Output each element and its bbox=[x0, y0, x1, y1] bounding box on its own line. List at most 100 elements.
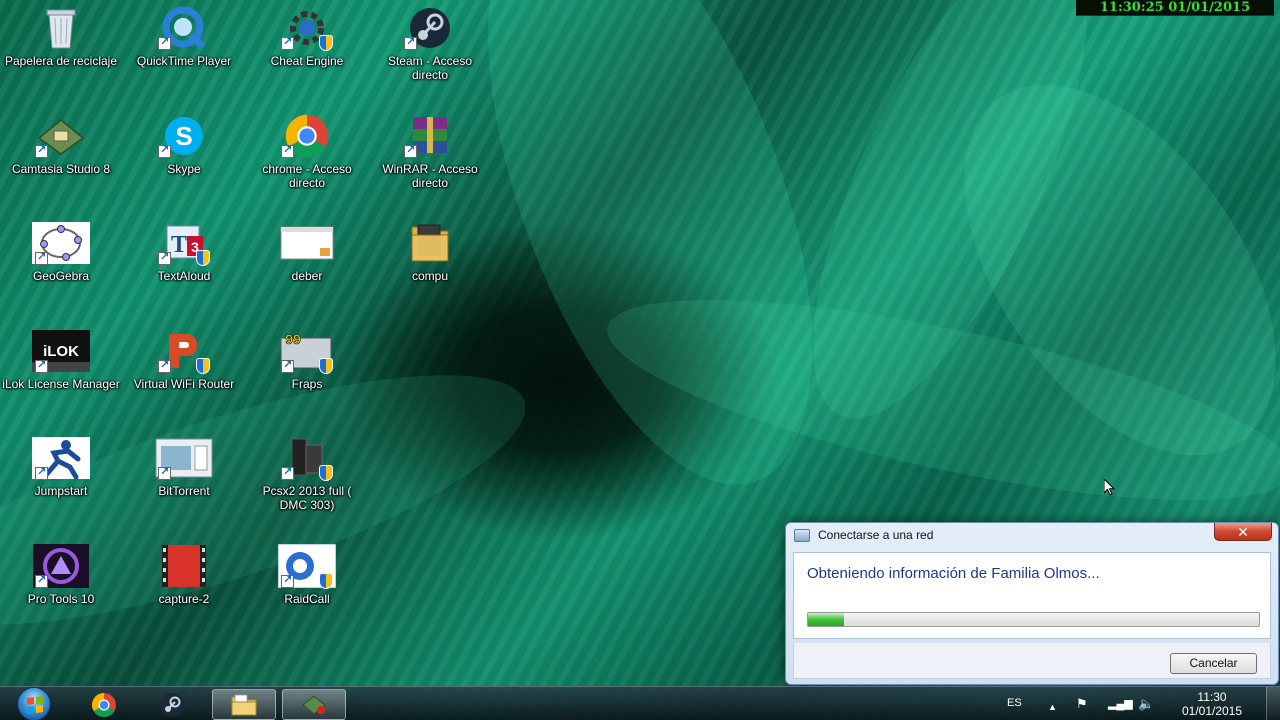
desktop-shortcut[interactable]: T3 TextAloud bbox=[124, 219, 244, 319]
svg-text:T: T bbox=[171, 232, 187, 258]
dialog-footer: Cancelar bbox=[793, 643, 1271, 679]
shortcut-arrow-icon bbox=[158, 250, 171, 265]
cancel-button[interactable]: Cancelar bbox=[1170, 653, 1257, 674]
chrome-icon bbox=[91, 692, 116, 717]
close-icon: ✕ bbox=[1237, 523, 1249, 540]
taskbar-time: 11:30 bbox=[1197, 690, 1227, 704]
dialog-title: Conectarse a una red bbox=[818, 528, 934, 542]
desktop-shortcut[interactable]: Pro Tools 10 bbox=[1, 542, 121, 642]
desktop-shortcut[interactable]: iLOK iLok License Manager bbox=[1, 327, 121, 427]
steam-icon bbox=[160, 692, 184, 717]
close-button[interactable]: ✕ bbox=[1214, 523, 1272, 541]
dialog-titlebar[interactable]: Conectarse a una red ✕ bbox=[786, 523, 1278, 549]
quicktime-icon bbox=[154, 4, 214, 52]
uac-shield-icon bbox=[319, 35, 333, 51]
desktop-shortcut[interactable]: Cheat Engine bbox=[247, 4, 367, 104]
desktop-icon-label: Steam - Acceso directo bbox=[387, 54, 473, 82]
volume-icon[interactable]: 🔈 bbox=[1138, 697, 1154, 711]
windows-start-icon bbox=[17, 687, 51, 720]
desktop-icon-label: QuickTime Player bbox=[136, 54, 232, 68]
shortcut-arrow-icon bbox=[35, 143, 48, 158]
recycle-bin-icon bbox=[31, 4, 91, 52]
shortcut-arrow-icon bbox=[281, 573, 294, 588]
desktop-shortcut[interactable]: deber bbox=[247, 219, 367, 319]
desktop-shortcut[interactable]: Papelera de reciclaje bbox=[1, 4, 121, 104]
bittorrent-icon bbox=[154, 434, 214, 482]
desktop-shortcut[interactable]: GeoGebra bbox=[1, 219, 121, 319]
geogebra-icon bbox=[31, 219, 91, 267]
taskbar-chrome[interactable] bbox=[72, 689, 136, 720]
desktop-icon-label: chrome - Acceso directo bbox=[262, 162, 352, 190]
action-center-flag-icon[interactable]: ⚑ bbox=[1076, 697, 1088, 711]
taskbar-camtasia[interactable] bbox=[282, 689, 346, 720]
desktop-icon-label: Skype bbox=[167, 162, 201, 176]
video-file-icon bbox=[154, 542, 214, 590]
start-button[interactable] bbox=[12, 687, 56, 720]
svg-text:iLOK: iLOK bbox=[43, 343, 79, 360]
fraps-icon: 99 bbox=[277, 327, 337, 375]
desktop-shortcut[interactable]: S Skype bbox=[124, 112, 244, 212]
uac-shield-icon bbox=[196, 358, 210, 374]
desktop-icon-label: iLok License Manager bbox=[2, 377, 120, 391]
taskbar-clock[interactable]: 11:30 01/01/2015 bbox=[1172, 690, 1252, 718]
camtasia-icon bbox=[302, 694, 326, 715]
pro-tools-icon bbox=[31, 542, 91, 590]
uac-shield-icon bbox=[319, 573, 333, 589]
language-indicator[interactable]: ES bbox=[1007, 697, 1022, 709]
taskbar-steam[interactable] bbox=[140, 689, 204, 720]
svg-text:99: 99 bbox=[285, 331, 301, 347]
desktop-icon-label: Cheat Engine bbox=[270, 54, 344, 68]
steam-icon bbox=[400, 4, 460, 52]
desktop-icon-label: Virtual WiFi Router bbox=[133, 377, 235, 391]
taskbar-explorer[interactable] bbox=[212, 689, 276, 720]
winrar-icon bbox=[400, 112, 460, 160]
desktop-icon-label: Camtasia Studio 8 bbox=[11, 162, 111, 176]
desktop-shortcut[interactable]: BitTorrent bbox=[124, 434, 244, 534]
desktop-icon-label: capture-2 bbox=[158, 592, 210, 606]
network-window-icon bbox=[794, 529, 810, 542]
folder-icon bbox=[231, 694, 257, 715]
shortcut-arrow-icon bbox=[158, 143, 171, 158]
desktop-shortcut[interactable]: Camtasia Studio 8 bbox=[1, 112, 121, 212]
network-icon[interactable]: ▂▄▆ bbox=[1108, 697, 1133, 711]
show-hidden-icons-arrow[interactable]: ▲ bbox=[1048, 700, 1057, 714]
desktop-icon-label: Fraps bbox=[291, 377, 323, 391]
mouse-cursor-icon bbox=[1104, 479, 1116, 496]
shortcut-arrow-icon bbox=[35, 573, 48, 588]
uac-shield-icon bbox=[319, 358, 333, 374]
desktop-shortcut[interactable]: Virtual WiFi Router bbox=[124, 327, 244, 427]
desktop-icon-label: deber bbox=[291, 269, 323, 283]
desktop-icon-label: BitTorrent bbox=[158, 484, 210, 498]
desktop-shortcut[interactable]: Jumpstart bbox=[1, 434, 121, 534]
desktop-shortcut[interactable]: compu bbox=[370, 219, 490, 319]
raidcall-icon bbox=[277, 542, 337, 590]
desktop-shortcut[interactable]: 99 Fraps bbox=[247, 327, 367, 427]
desktop-shortcut[interactable]: capture-2 bbox=[124, 542, 244, 642]
document-icon bbox=[277, 219, 337, 267]
show-desktop-button[interactable] bbox=[1266, 687, 1280, 720]
desktop-icon-label: Pcsx2 2013 full ( DMC 303) bbox=[262, 484, 352, 512]
shortcut-arrow-icon bbox=[281, 143, 294, 158]
progress-fill bbox=[808, 613, 845, 626]
shortcut-arrow-icon bbox=[35, 465, 48, 480]
desktop-icon-label: compu bbox=[411, 269, 449, 283]
desktop-shortcut[interactable]: Steam - Acceso directo bbox=[370, 4, 490, 104]
dialog-heading: Obteniendo información de Familia Olmos.… bbox=[807, 565, 1100, 582]
desktop-icon-label: Jumpstart bbox=[34, 484, 88, 498]
desktop-shortcut[interactable]: RaidCall bbox=[247, 542, 367, 642]
shortcut-arrow-icon bbox=[281, 358, 294, 373]
desktop-icon-label: WinRAR - Acceso directo bbox=[382, 162, 478, 190]
desktop-shortcut[interactable]: QuickTime Player bbox=[124, 4, 244, 104]
chrome-icon bbox=[277, 112, 337, 160]
shortcut-arrow-icon bbox=[281, 465, 294, 480]
desktop-icon-label: GeoGebra bbox=[32, 269, 90, 283]
desktop-icon-label: Papelera de reciclaje bbox=[4, 54, 118, 68]
shortcut-arrow-icon bbox=[35, 358, 48, 373]
desktop-icon-label: Pro Tools 10 bbox=[27, 592, 95, 606]
desktop-shortcut[interactable]: WinRAR - Acceso directo bbox=[370, 112, 490, 212]
desktop-shortcut[interactable]: Pcsx2 2013 full ( DMC 303) bbox=[247, 434, 367, 534]
pcsx2-icon bbox=[277, 434, 337, 482]
svg-text:S: S bbox=[175, 121, 192, 151]
desktop-shortcut[interactable]: chrome - Acceso directo bbox=[247, 112, 367, 212]
shortcut-arrow-icon bbox=[281, 35, 294, 50]
